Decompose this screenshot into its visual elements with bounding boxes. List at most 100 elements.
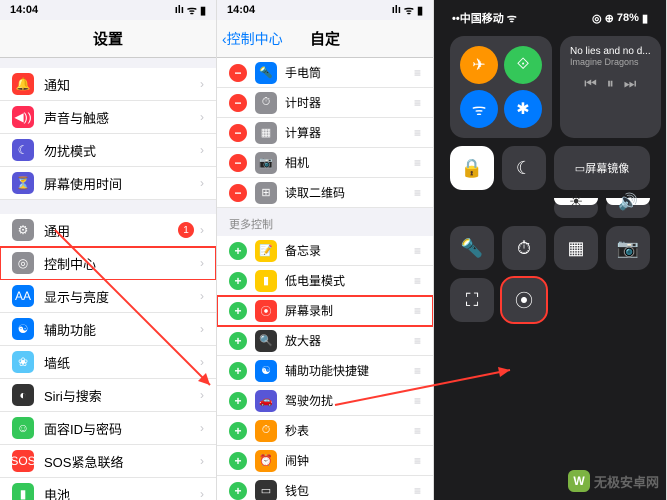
- add-button[interactable]: +: [229, 362, 247, 380]
- control-row[interactable]: +⦿屏幕录制≡: [217, 296, 433, 326]
- customize-pane: 14:04 ılı ᯤ ▮ ‹ 控制中心 自定 −🔦手电筒≡−⏱计时器≡−▦计算…: [217, 0, 434, 500]
- control-row[interactable]: +📝备忘录≡: [217, 236, 433, 266]
- brightness-slider[interactable]: ☀︎: [554, 198, 598, 218]
- connectivity-tile[interactable]: ✈︎ ⟐ ᯤ ✱: [450, 36, 552, 138]
- timer-button[interactable]: ⏱: [502, 226, 546, 270]
- watermark-text: 无极安卓网: [594, 472, 659, 491]
- dnd-button[interactable]: ☾: [502, 146, 546, 190]
- chevron-icon: ›: [200, 421, 204, 435]
- settings-row[interactable]: ⚙︎通用1›: [0, 214, 216, 247]
- status-bar: 14:04 ılı ᯤ ▮: [217, 0, 433, 20]
- control-row[interactable]: −📷相机≡: [217, 148, 433, 178]
- settings-row[interactable]: 🔔通知›: [0, 68, 216, 101]
- settings-row[interactable]: ◐Siri与搜索›: [0, 379, 216, 412]
- bluetooth-icon[interactable]: ✱: [504, 90, 542, 128]
- settings-row[interactable]: ⏳屏幕使用时间›: [0, 167, 216, 200]
- remove-button[interactable]: −: [229, 124, 247, 142]
- wifi-icon[interactable]: ᯤ: [460, 90, 498, 128]
- settings-row[interactable]: ☯辅助功能›: [0, 313, 216, 346]
- reorder-icon[interactable]: ≡: [414, 244, 421, 258]
- reorder-icon[interactable]: ≡: [414, 304, 421, 318]
- row-label: 通用: [44, 221, 178, 240]
- row-icon: ⏳: [12, 172, 34, 194]
- row-icon: 🚗: [255, 390, 277, 412]
- control-row[interactable]: −🔦手电筒≡: [217, 58, 433, 88]
- reorder-icon[interactable]: ≡: [414, 334, 421, 348]
- row-label: 读取二维码: [285, 184, 414, 201]
- add-button[interactable]: +: [229, 452, 247, 470]
- reorder-icon[interactable]: ≡: [414, 186, 421, 200]
- remove-button[interactable]: −: [229, 184, 247, 202]
- chevron-icon: ›: [200, 454, 204, 468]
- control-row[interactable]: +▭钱包≡: [217, 476, 433, 500]
- row-label: 屏幕录制: [285, 302, 414, 319]
- control-row[interactable]: +⏰闹钟≡: [217, 446, 433, 476]
- row-label: 面容ID与密码: [44, 419, 200, 438]
- cc-top-grid: ✈︎ ⟐ ᯤ ✱ No lies and no d... Imagine Dra…: [442, 28, 658, 146]
- add-button[interactable]: +: [229, 422, 247, 440]
- screen-mirror-button[interactable]: ▭ 屏幕镜像: [554, 146, 650, 190]
- remove-button[interactable]: −: [229, 154, 247, 172]
- settings-row[interactable]: ☾勿扰模式›: [0, 134, 216, 167]
- settings-row[interactable]: ◎控制中心›: [0, 247, 216, 280]
- settings-row[interactable]: AA显示与亮度›: [0, 280, 216, 313]
- reorder-icon[interactable]: ≡: [414, 274, 421, 288]
- prev-icon[interactable]: ⏮: [584, 75, 597, 92]
- control-row[interactable]: +⏱秒表≡: [217, 416, 433, 446]
- signal-icon: ılı: [392, 4, 401, 16]
- wifi-icon: ᯤ: [187, 3, 197, 18]
- pause-icon[interactable]: ⏸: [607, 75, 614, 92]
- remove-button[interactable]: −: [229, 94, 247, 112]
- control-row[interactable]: +🚗驾驶勿扰≡: [217, 386, 433, 416]
- add-button[interactable]: +: [229, 392, 247, 410]
- control-row[interactable]: +🔍放大器≡: [217, 326, 433, 356]
- reorder-icon[interactable]: ≡: [414, 126, 421, 140]
- settings-row[interactable]: SOSSOS紧急联络›: [0, 445, 216, 478]
- add-button[interactable]: +: [229, 482, 247, 500]
- control-row[interactable]: −⏱计时器≡: [217, 88, 433, 118]
- cellular-icon[interactable]: ⟐: [504, 46, 542, 84]
- reorder-icon[interactable]: ≡: [414, 484, 421, 498]
- music-tile[interactable]: No lies and no d... Imagine Dragons ⏮ ⏸ …: [560, 36, 661, 138]
- row-label: 电池: [44, 485, 200, 500]
- control-row[interactable]: +▮低电量模式≡: [217, 266, 433, 296]
- next-icon[interactable]: ⏭: [624, 75, 637, 92]
- control-row[interactable]: +☯辅助功能快捷键≡: [217, 356, 433, 386]
- reorder-icon[interactable]: ≡: [414, 156, 421, 170]
- chevron-icon: ›: [200, 322, 204, 336]
- row-icon: 🔔: [12, 73, 34, 95]
- add-button[interactable]: +: [229, 242, 247, 260]
- section-header: 更多控制: [217, 208, 433, 236]
- cc-row3: 🔦 ⏱ ▦ 📷: [442, 226, 658, 278]
- settings-row[interactable]: ◀︎))声音与触感›: [0, 101, 216, 134]
- reorder-icon[interactable]: ≡: [414, 454, 421, 468]
- settings-row[interactable]: ❀墙纸›: [0, 346, 216, 379]
- reorder-icon[interactable]: ≡: [414, 364, 421, 378]
- volume-slider[interactable]: 🔊: [606, 198, 650, 218]
- airplane-icon[interactable]: ✈︎: [460, 46, 498, 84]
- qr-button[interactable]: ⛶: [450, 278, 494, 322]
- reorder-icon[interactable]: ≡: [414, 96, 421, 110]
- camera-button[interactable]: 📷: [606, 226, 650, 270]
- remove-button[interactable]: −: [229, 64, 247, 82]
- music-controls: ⏮ ⏸ ⏭: [570, 75, 651, 92]
- reorder-icon[interactable]: ≡: [414, 394, 421, 408]
- reorder-icon[interactable]: ≡: [414, 424, 421, 438]
- control-row[interactable]: −▦计算器≡: [217, 118, 433, 148]
- status-right: ılı ᯤ ▮: [392, 3, 423, 18]
- chevron-icon: ›: [200, 388, 204, 402]
- add-button[interactable]: +: [229, 332, 247, 350]
- reorder-icon[interactable]: ≡: [414, 66, 421, 80]
- orientation-lock-button[interactable]: 🔒: [450, 146, 494, 190]
- flashlight-button[interactable]: 🔦: [450, 226, 494, 270]
- control-row[interactable]: −⊞读取二维码≡: [217, 178, 433, 208]
- screen-record-button[interactable]: ⦿: [502, 278, 546, 322]
- row-label: 钱包: [285, 482, 414, 499]
- settings-row[interactable]: ☺面容ID与密码›: [0, 412, 216, 445]
- settings-row[interactable]: ▮电池›: [0, 478, 216, 500]
- row-label: 放大器: [285, 332, 414, 349]
- add-button[interactable]: +: [229, 272, 247, 290]
- add-button[interactable]: +: [229, 302, 247, 320]
- back-button[interactable]: ‹ 控制中心: [222, 29, 283, 49]
- calculator-button[interactable]: ▦: [554, 226, 598, 270]
